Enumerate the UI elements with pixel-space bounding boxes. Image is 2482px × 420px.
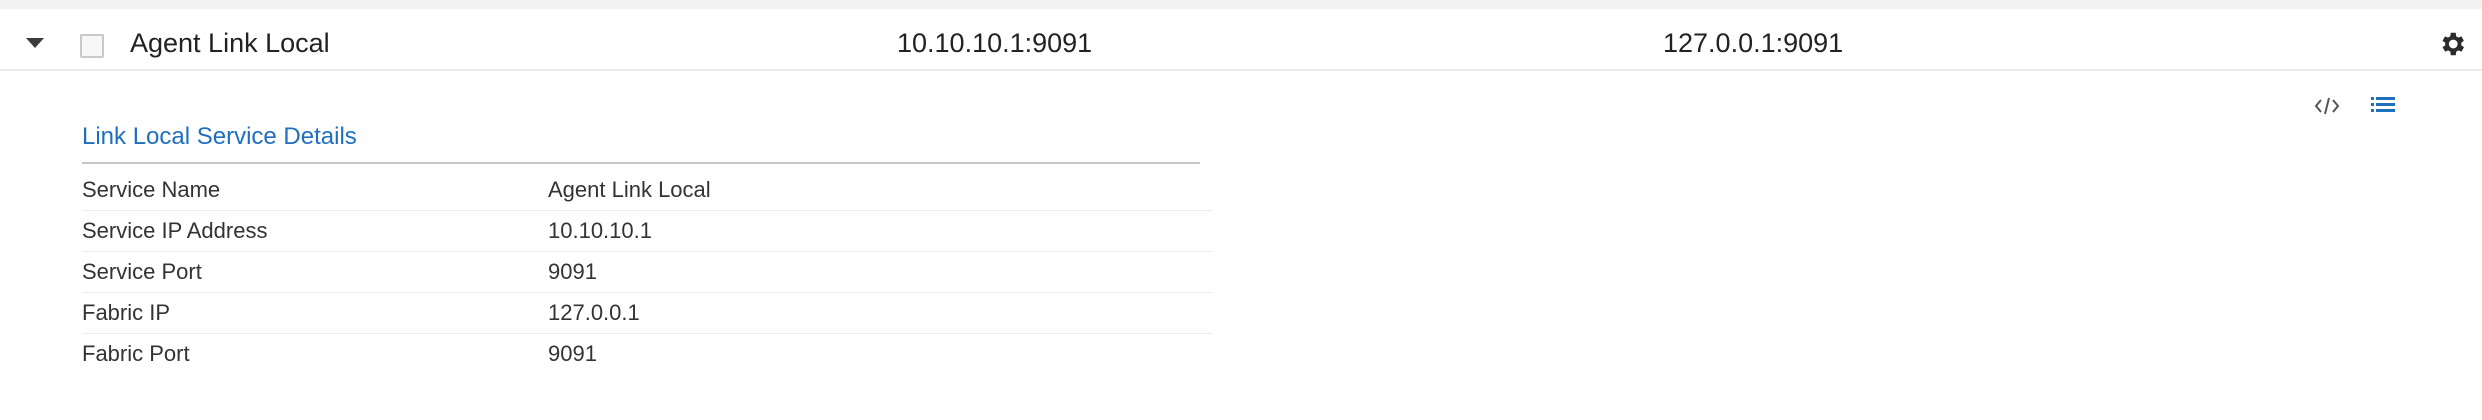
table-row: Service Port 9091 (82, 251, 1212, 293)
details-table: Service Name Agent Link Local Service IP… (82, 170, 1212, 374)
detail-key: Fabric Port (82, 341, 190, 366)
row-checkbox[interactable] (80, 34, 104, 58)
link-local-row[interactable]: Agent Link Local 10.10.10.1:9091 127.0.0… (0, 9, 2482, 71)
table-row: Service IP Address 10.10.10.1 (82, 210, 1212, 252)
detail-key: Service Name (82, 170, 548, 211)
table-row: Fabric Port 9091 (82, 334, 1212, 375)
row-service-address: 10.10.10.1:9091 (897, 28, 1093, 58)
caret-down-icon[interactable] (26, 38, 44, 48)
detail-value: 127.0.0.1 (548, 292, 1212, 334)
top-strip (0, 0, 2482, 9)
code-icon[interactable] (2314, 95, 2340, 117)
detail-key: Service Port (82, 251, 548, 293)
gear-icon[interactable] (2437, 29, 2467, 59)
details-title: Link Local Service Details (82, 122, 1200, 164)
details-panel: Link Local Service Details Service Name … (82, 122, 1212, 374)
detail-key: Fabric IP (82, 292, 548, 334)
detail-value: Agent Link Local (548, 170, 1212, 211)
row-service-name: Agent Link Local (130, 28, 330, 58)
table-row: Service Name Agent Link Local (82, 170, 1212, 211)
detail-value: 9091 (548, 251, 1212, 293)
table-row: Fabric IP 127.0.0.1 (82, 292, 1212, 334)
row-fabric-address: 127.0.0.1:9091 (1663, 28, 1844, 58)
detail-value: 10.10.10.1 (548, 210, 1212, 252)
detail-value: 9091 (548, 341, 597, 366)
detail-key: Service IP Address (82, 210, 548, 252)
list-icon[interactable] (2370, 94, 2396, 116)
